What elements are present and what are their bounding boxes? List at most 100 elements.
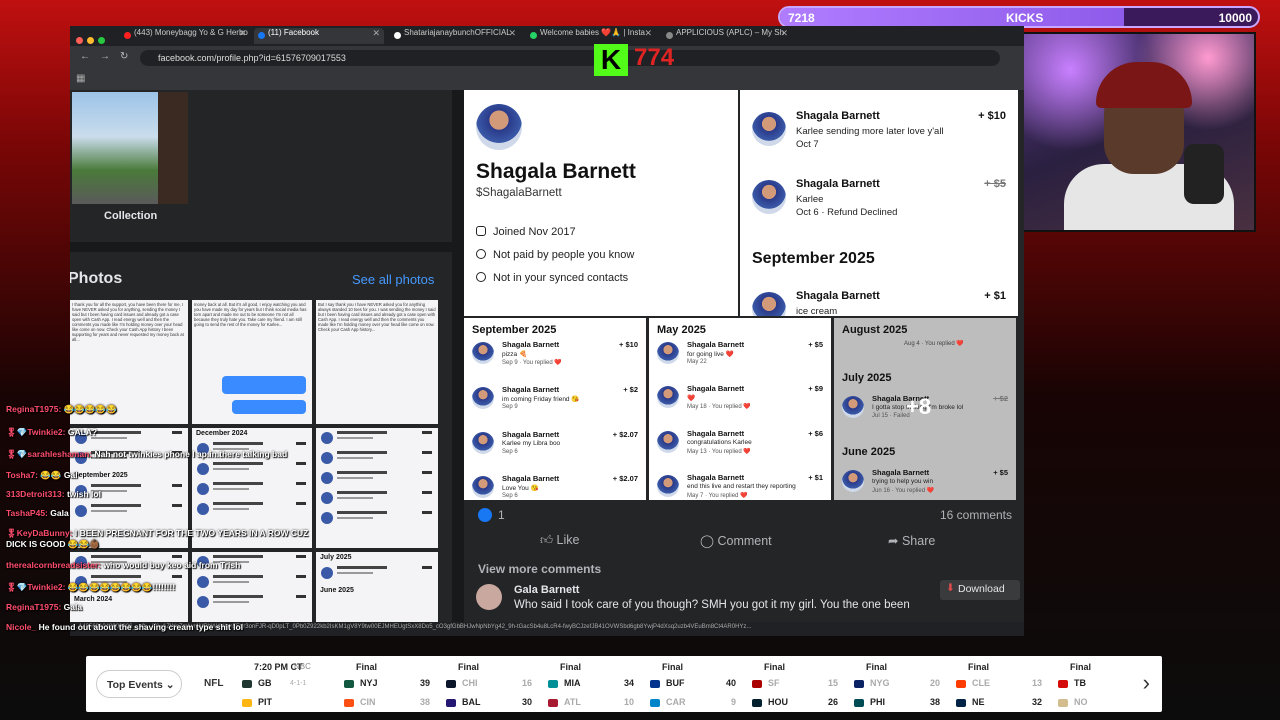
browser-tab[interactable]: APPLICIOUS (APLC) – My Sh ✕ (662, 28, 792, 44)
chat-message: 313Detroit313: twish lol (6, 489, 101, 499)
avatar (752, 180, 786, 214)
game-score[interactable]: Final CHI BAL 16 30 (442, 662, 538, 708)
game-score[interactable]: Final SF HOU 15 26 (748, 662, 844, 708)
forward-icon[interactable]: → (100, 51, 110, 62)
game-score[interactable]: Final CLE NE 13 32 (952, 662, 1048, 708)
game-score[interactable]: Final TB NO (1054, 662, 1150, 708)
team-score: 10 (623, 697, 634, 707)
browser-tab[interactable]: ShatariajanaybunchOFFICIAL ✕ (390, 28, 520, 44)
team-logo (446, 699, 456, 707)
chat-text: He found out about the shaving cream typ… (36, 622, 244, 632)
comment-icon: ◯ (700, 534, 718, 548)
collection-card[interactable]: Collection (70, 90, 452, 242)
chat-username[interactable]: ReginaT1975: (6, 602, 61, 612)
browser-tab[interactable]: Welcome babies ❤️🙏 | Insta ✕ (526, 28, 656, 44)
download-icon: ⬇ (946, 582, 955, 594)
game-status: Final (968, 662, 990, 672)
chat-username[interactable]: Tosha7: (6, 470, 38, 480)
transaction-row[interactable]: Shagala Barnett Karlee sending more late… (752, 110, 1012, 160)
chat-username[interactable]: therealcornbreadsister: (6, 560, 101, 570)
chat-username[interactable]: 313Detroit313: (6, 489, 65, 499)
more-photos-count: +8 (906, 394, 932, 419)
game-status: Final (764, 662, 786, 672)
team-score: 15 (827, 678, 838, 688)
team-record: 4-1-1 (290, 680, 307, 687)
team-score: 13 (1031, 678, 1042, 688)
chat-message: ReginaT1975: 😂😂😂😂😂 (6, 404, 117, 415)
chat-username[interactable]: 🎖💎Twinkie2: (6, 427, 65, 437)
chat-username[interactable]: 🎖KeyDaBunny: (6, 528, 73, 538)
team-score: 16 (521, 678, 532, 688)
game-status: Final (560, 662, 582, 672)
bookmarks-bar: ▦ (70, 70, 1024, 90)
team-name: BAL (462, 697, 481, 707)
screenshot-may[interactable]: May 2025 Shagala Barnett for going live ❤… (649, 318, 831, 500)
chat-username[interactable]: ReginaT1975: (6, 404, 61, 414)
commenter-avatar[interactable] (476, 584, 502, 610)
comment-button[interactable]: ◯ Comment (700, 533, 772, 548)
url-field[interactable]: facebook.com/profile.php?id=615767090175… (140, 50, 1000, 66)
game-status: Final (866, 662, 888, 672)
apps-icon[interactable]: ▦ (76, 73, 85, 84)
see-all-photos-link[interactable]: See all photos (352, 272, 434, 287)
transaction-row[interactable]: Shagala Barnett ice cream + $1 (752, 290, 1012, 316)
team-name: NYJ (360, 678, 378, 688)
team-logo (446, 680, 456, 688)
avatar (752, 112, 786, 146)
transactions-card: Shagala Barnett Karlee sending more late… (740, 90, 1018, 316)
team-score: 38 (929, 697, 940, 707)
reload-icon[interactable]: ↻ (120, 51, 128, 62)
share-icon: ➦ (888, 534, 902, 548)
browser-tab-active[interactable]: (11) Facebook ✕ (254, 28, 384, 44)
game-status: Final (662, 662, 684, 672)
chat-username[interactable]: 🎖💎sarahleshaman: (6, 449, 92, 459)
post-card: Shagala Barnett $ShagalaBarnett Joined N… (464, 90, 1024, 636)
download-button[interactable]: ⬇ Download (940, 580, 1020, 600)
team-name: SF (768, 678, 780, 688)
team-logo (548, 699, 558, 707)
chat-username[interactable]: Nicole_ (6, 622, 36, 632)
team-name: NYG (870, 678, 890, 688)
like-button[interactable]: 👍︎ Like (540, 533, 579, 548)
chat-username[interactable]: TashaP45: (6, 508, 48, 518)
team-name: CLE (972, 678, 990, 688)
game-score[interactable]: Final NYJ CIN 39 38 (340, 662, 436, 708)
team-logo (548, 680, 558, 688)
team-name: NE (972, 697, 985, 707)
team-score: 30 (521, 697, 532, 707)
collection-image[interactable] (72, 92, 188, 204)
calendar-icon (476, 226, 486, 236)
commenter-name[interactable]: Gala Barnett (514, 584, 579, 596)
team-logo (242, 699, 252, 707)
view-more-comments[interactable]: View more comments (478, 562, 601, 576)
kicks-progress-fill (780, 8, 1125, 26)
chat-text: Gala (61, 602, 83, 612)
chat-username[interactable]: 🎖💎Twinkie2: (6, 582, 65, 592)
team-score: 34 (623, 678, 634, 688)
back-icon[interactable]: ← (80, 51, 90, 62)
game-score[interactable]: Final MIA ATL 34 10 (544, 662, 640, 708)
like-count[interactable]: 1 (478, 508, 505, 522)
browser-tab[interactable]: (443) Moneybagg Yo & G Herbo ✕ (120, 28, 250, 44)
team-score: 9 (730, 697, 736, 707)
team-score: 26 (827, 697, 838, 707)
game-status: Final (458, 662, 480, 672)
game-score[interactable]: Final BUF CAR 40 9 (646, 662, 742, 708)
profile-not-synced: Not in your synced contacts (476, 272, 628, 284)
screenshot-more[interactable]: August 2025 Aug 4 · You replied ❤️ July … (834, 318, 1016, 500)
team-name: GB (258, 678, 272, 688)
team-name: PHI (870, 697, 886, 707)
chat-message: ReginaT1975: Gala (6, 602, 82, 612)
chat-message: 🎖💎sarahleshaman: Nah not twinkies phone … (6, 449, 287, 460)
team-logo (752, 680, 762, 688)
chevron-right-icon[interactable]: › (1143, 670, 1150, 696)
game-score[interactable]: Final NYG PHI 20 38 (850, 662, 946, 708)
comment-count[interactable]: 16 comments (940, 508, 1012, 522)
game-score[interactable]: 7:20 PM CT NBC GB PIT 4-1-1 (238, 662, 334, 708)
transaction-row[interactable]: Shagala Barnett Karlee Oct 6 · Refund De… (752, 178, 1012, 228)
team-name: CAR (666, 697, 686, 707)
chat-message: Nicole_ He found out about the shaving c… (6, 622, 243, 632)
share-button[interactable]: ➦ Share (888, 533, 935, 548)
top-events-dropdown[interactable]: Top Events ⌄ (96, 670, 182, 698)
screenshot-september[interactable]: September 2025 Shagala Barnett pizza 🍕 Sep… (464, 318, 646, 500)
